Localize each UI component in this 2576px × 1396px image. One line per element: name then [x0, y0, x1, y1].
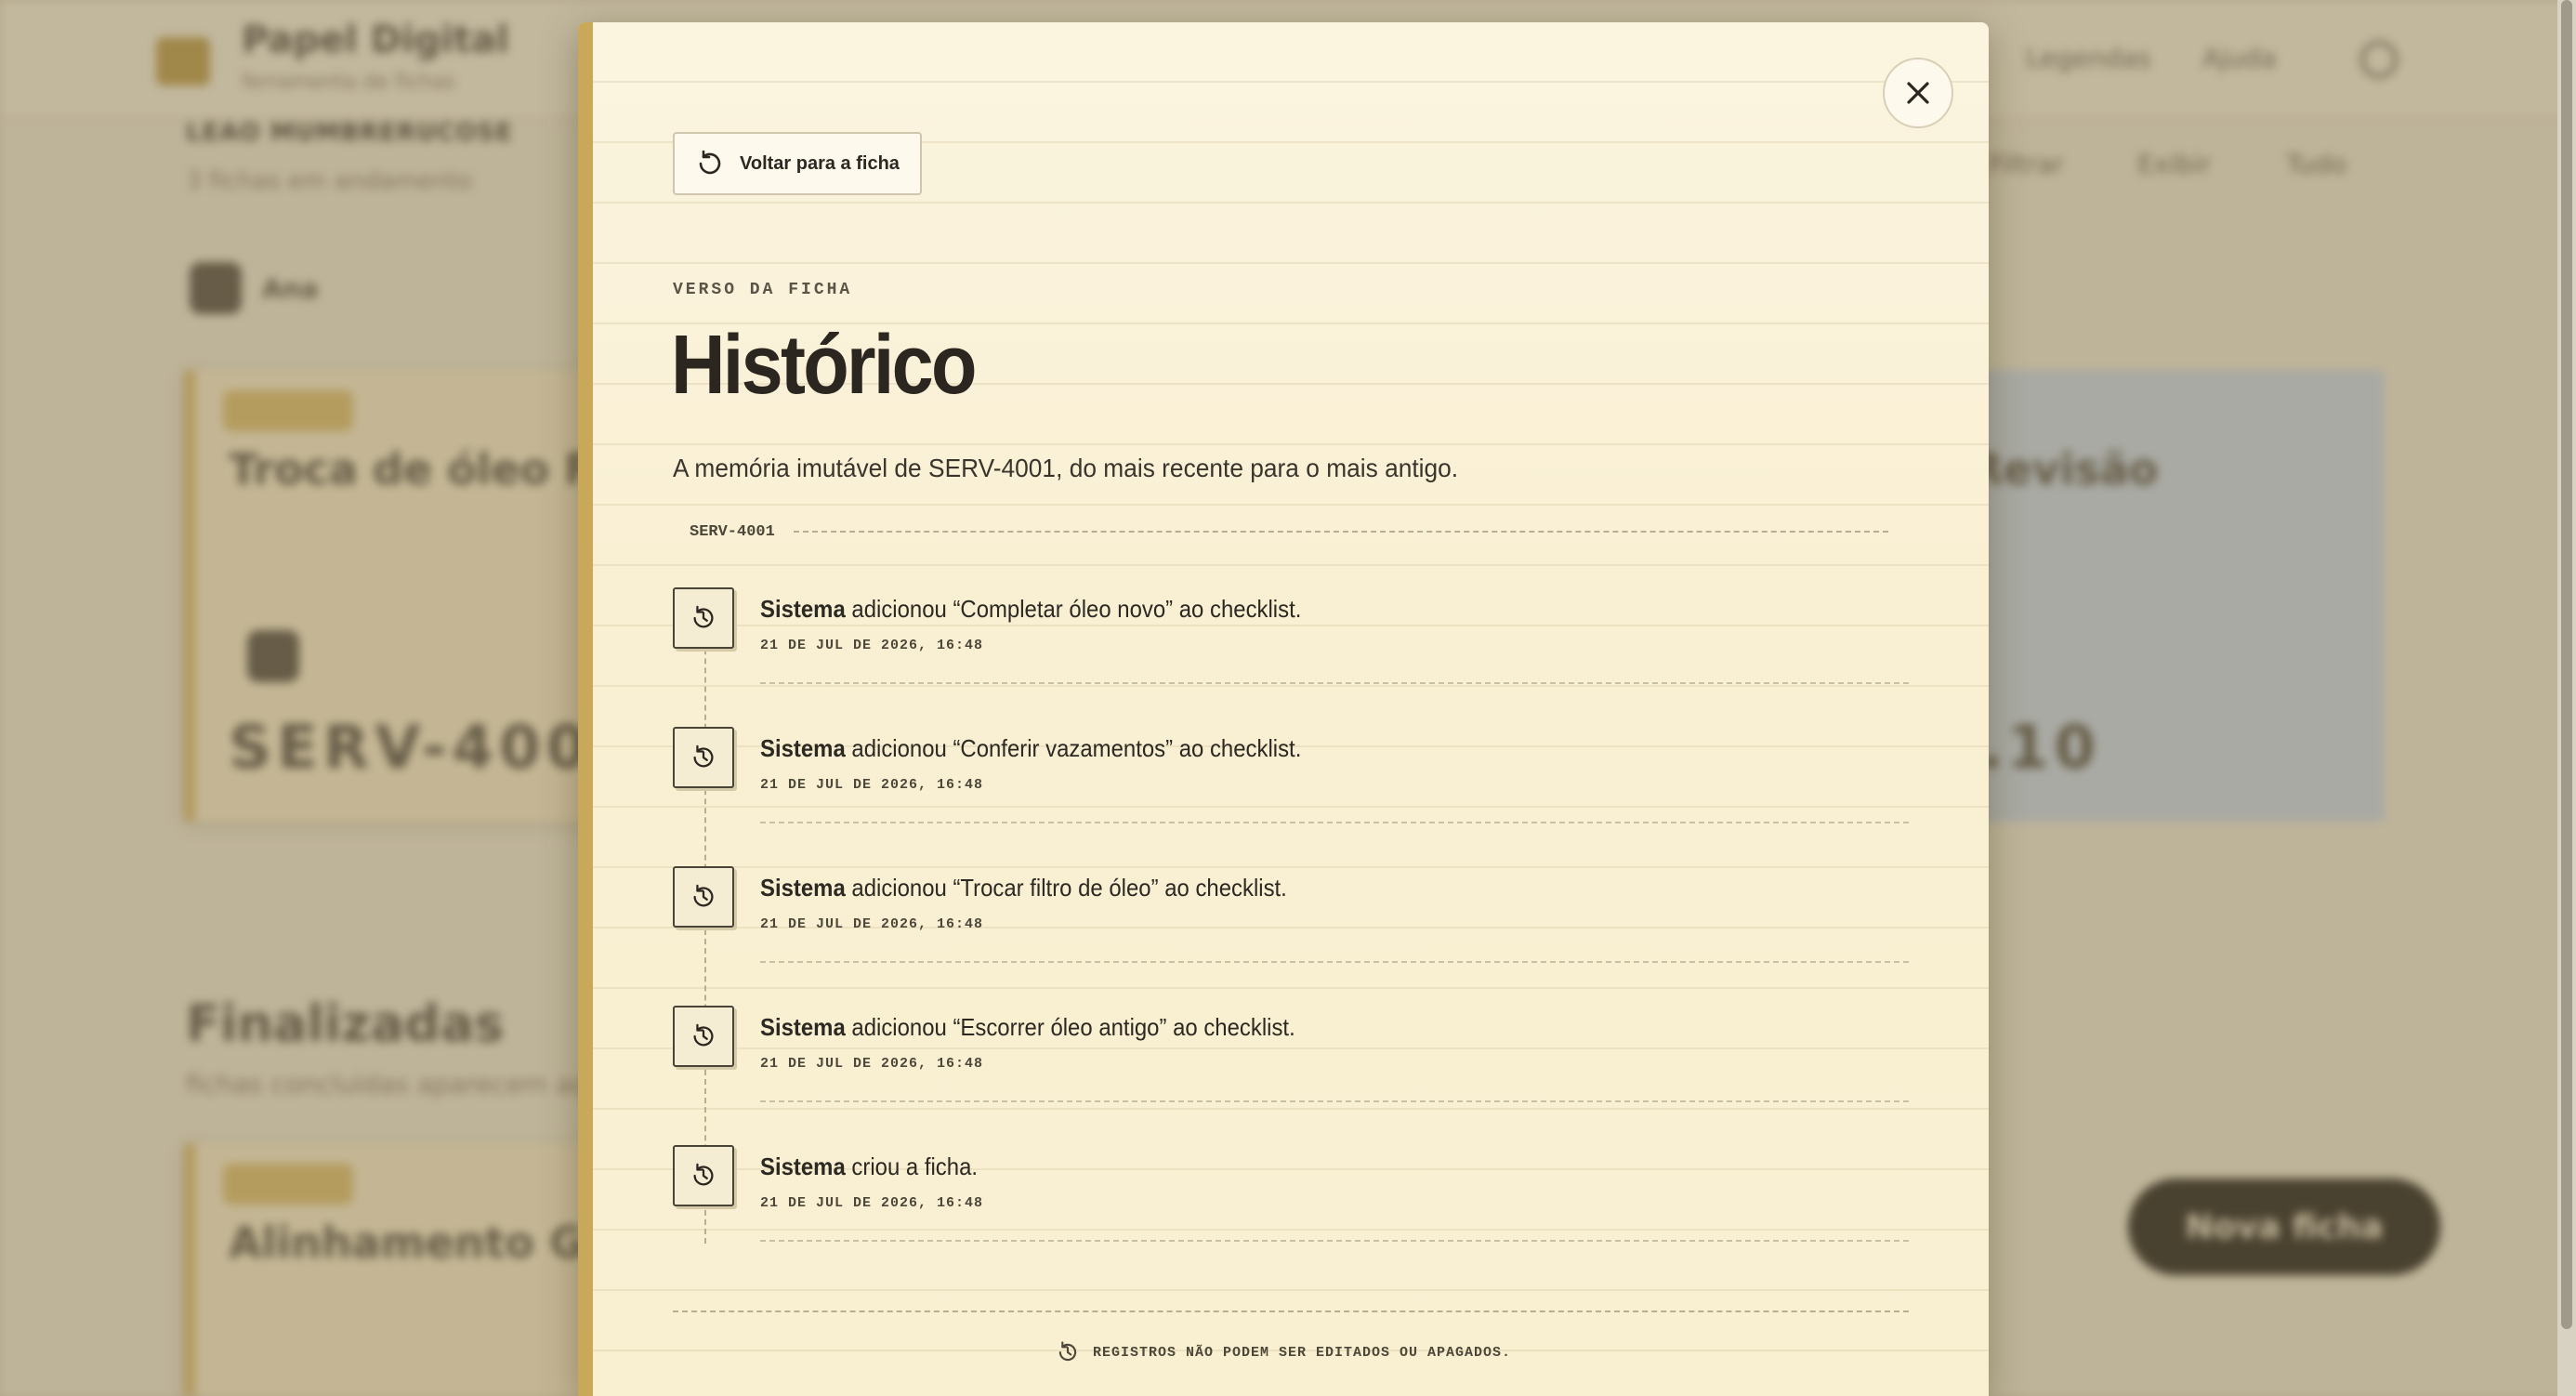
divider — [760, 961, 1909, 963]
history-icon — [699, 150, 721, 175]
close-icon — [1907, 82, 1929, 104]
history-icon — [1058, 1341, 1077, 1362]
history-icon — [673, 727, 734, 788]
entry-actor: Sistema — [760, 595, 846, 623]
entry-action: adicionou “Escorrer óleo antigo” ao chec… — [845, 1013, 1295, 1041]
history-entry: Sistema adicionou “Trocar filtro de óleo… — [673, 844, 1909, 983]
modal-title: Histórico — [671, 319, 977, 412]
history-icon — [673, 587, 734, 649]
scrollbar-thumb[interactable] — [2561, 0, 2572, 1329]
entry-action: adicionou “Trocar filtro de óleo” ao che… — [845, 874, 1287, 902]
back-button-label: Voltar para a ficha — [740, 152, 900, 174]
divider — [760, 822, 1909, 823]
divider — [673, 1310, 1909, 1312]
entry-text: Sistema adicionou “Escorrer óleo antigo”… — [760, 1013, 1295, 1042]
entry-text: Sistema adicionou “Conferir vazamentos” … — [760, 734, 1301, 763]
entry-action: adicionou “Completar óleo novo” ao check… — [845, 595, 1302, 623]
history-timeline: Sistema adicionou “Completar óleo novo” … — [673, 565, 1909, 1262]
card-spine — [578, 22, 593, 1396]
entry-action: adicionou “Conferir vazamentos” ao check… — [845, 734, 1302, 762]
entry-action: criou a ficha. — [845, 1152, 979, 1180]
entry-actor: Sistema — [760, 734, 846, 762]
history-icon — [673, 866, 734, 928]
entry-timestamp: 21 DE JUL DE 2026, 16:48 — [760, 777, 984, 793]
history-entry: Sistema adicionou “Conferir vazamentos” … — [673, 705, 1909, 844]
history-entry: Sistema adicionou “Escorrer óleo antigo”… — [673, 983, 1909, 1123]
entry-text: Sistema criou a ficha. — [760, 1152, 978, 1181]
divider — [760, 1100, 1909, 1102]
entry-actor: Sistema — [760, 1152, 846, 1180]
modal-kicker: VERSO DA FICHA — [673, 281, 853, 299]
divider — [760, 682, 1909, 684]
modal-subtitle: A memória imutável de SERV-4001, do mais… — [673, 454, 1459, 482]
footer-note-text: REGISTROS NÃO PODEM SER EDITADOS OU APAG… — [1092, 1344, 1512, 1361]
entry-actor: Sistema — [760, 874, 846, 902]
entry-timestamp: 21 DE JUL DE 2026, 16:48 — [760, 1056, 984, 1072]
back-to-card-button[interactable]: Voltar para a ficha — [673, 132, 922, 195]
history-icon — [673, 1145, 734, 1206]
entry-actor: Sistema — [760, 1013, 846, 1041]
history-entry: Sistema criou a ficha. 21 DE JUL DE 2026… — [673, 1123, 1909, 1262]
history-icon — [673, 1006, 734, 1067]
history-entry: Sistema adicionou “Completar óleo novo” … — [673, 565, 1909, 705]
card-code-label: SERV-4001 — [690, 522, 775, 541]
entry-timestamp: 21 DE JUL DE 2026, 16:48 — [760, 1195, 984, 1211]
card-code-divider: SERV-4001 — [690, 520, 1888, 543]
entry-text: Sistema adicionou “Trocar filtro de óleo… — [760, 874, 1287, 902]
immutability-note: REGISTROS NÃO PODEM SER EDITADOS OU APAG… — [578, 1340, 1989, 1364]
entry-text: Sistema adicionou “Completar óleo novo” … — [760, 595, 1301, 624]
scrollbar[interactable] — [2557, 0, 2576, 1396]
entry-timestamp: 21 DE JUL DE 2026, 16:48 — [760, 916, 984, 932]
divider — [760, 1240, 1909, 1242]
entry-timestamp: 21 DE JUL DE 2026, 16:48 — [760, 638, 984, 653]
close-button[interactable] — [1883, 58, 1953, 128]
divider — [793, 531, 1888, 533]
history-modal: Voltar para a ficha VERSO DA FICHA Histó… — [578, 22, 1989, 1396]
